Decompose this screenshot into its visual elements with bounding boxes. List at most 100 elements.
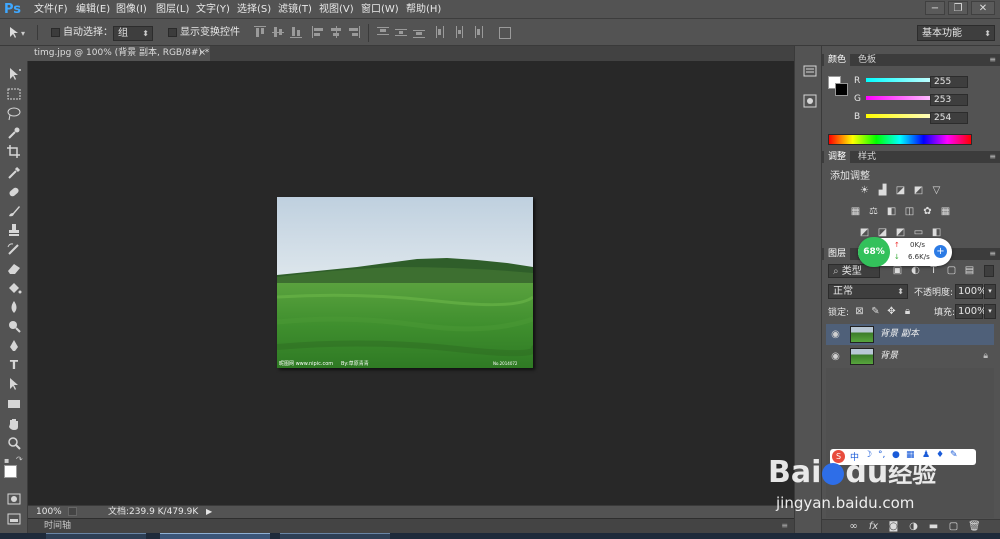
new-adjustment-icon[interactable]: ◑ [908, 522, 919, 532]
properties-panel-icon[interactable] [803, 94, 817, 108]
bg-color-chip[interactable] [835, 83, 848, 96]
lasso-tool-icon[interactable] [5, 106, 23, 122]
layer-style-icon[interactable]: fx [868, 522, 879, 532]
lock-transparent-icon[interactable]: ⊠ [854, 307, 865, 317]
hue-saturation-icon[interactable]: ▦ [850, 207, 861, 217]
tab-layers[interactable]: 图层 [824, 248, 851, 260]
filter-type-icon[interactable]: T [928, 266, 939, 276]
distribute-top-icon[interactable] [377, 26, 389, 38]
layer-name[interactable]: 背景 [880, 346, 898, 367]
menu-edit[interactable]: 编辑(E) [76, 0, 110, 19]
paint-bucket-tool-icon[interactable] [5, 280, 23, 296]
crop-tool-icon[interactable] [5, 144, 23, 160]
close-tab-icon[interactable]: × [198, 46, 206, 61]
delete-layer-icon[interactable]: 🗑︎ [968, 522, 981, 532]
lock-pixels-icon[interactable]: ✎ [870, 307, 881, 317]
panel-menu-icon[interactable]: ≡ [989, 151, 996, 163]
zoom-tool-icon[interactable] [5, 435, 23, 451]
marquee-tool-icon[interactable] [5, 86, 23, 102]
panel-menu-icon[interactable]: ≡ [781, 519, 788, 533]
menu-help[interactable]: 帮助(H) [406, 0, 441, 19]
distribute-vcenter-icon[interactable] [395, 26, 407, 38]
opacity-field[interactable]: 100% [955, 284, 987, 299]
show-transform-checkbox[interactable] [168, 28, 177, 37]
panel-menu-icon[interactable]: ≡ [989, 248, 996, 260]
blend-mode-dropdown[interactable]: 正常 ⬍ [828, 284, 908, 299]
screen-mode-icon[interactable] [5, 511, 23, 527]
default-colors-icon[interactable]: ▪ [4, 456, 9, 465]
new-layer-icon[interactable]: ▢ [948, 522, 959, 532]
zoom-level[interactable]: 100% [36, 506, 62, 518]
taskbar-item-active[interactable] [160, 533, 270, 539]
tab-styles[interactable]: 样式 [854, 151, 880, 163]
auto-select-dropdown[interactable]: 组 ⬍ [113, 26, 153, 41]
tab-swatches[interactable]: 色板 [854, 54, 880, 66]
status-menu-arrow-icon[interactable]: ▶ [206, 506, 212, 518]
minimize-button[interactable]: − [925, 1, 945, 15]
close-button[interactable]: ✕ [971, 1, 995, 15]
distribute-left-icon[interactable] [435, 26, 447, 38]
lock-position-icon[interactable]: ✥ [886, 307, 897, 317]
brightness-icon[interactable]: ☀ [859, 186, 870, 196]
tab-adjustments[interactable]: 调整 [824, 151, 851, 163]
layer-row[interactable]: ◉ 背景 🔒︎ [826, 346, 994, 367]
add-mask-icon[interactable]: ◙ [888, 522, 899, 532]
exposure-icon[interactable]: ◩ [913, 186, 924, 196]
fill-field[interactable]: 100% [955, 304, 987, 319]
align-right-icon[interactable] [348, 26, 360, 38]
lock-all-icon[interactable]: 🔒︎ [902, 307, 913, 317]
new-group-icon[interactable]: ▬ [928, 522, 939, 532]
color-lookup-icon[interactable]: ▦ [940, 207, 951, 217]
type-tool-icon[interactable]: T [5, 357, 23, 373]
levels-icon[interactable]: ▟ [877, 186, 888, 196]
align-vcenter-icon[interactable] [272, 26, 284, 38]
move-tool-icon[interactable] [5, 66, 23, 82]
history-brush-tool-icon[interactable] [5, 241, 23, 257]
blur-tool-icon[interactable] [5, 299, 23, 315]
vibrance-icon[interactable]: ▽ [931, 186, 942, 196]
workspace-dropdown[interactable]: 基本功能 ⬍ [917, 25, 995, 41]
distribute-bottom-icon[interactable] [413, 26, 425, 38]
curves-icon[interactable]: ◪ [895, 186, 906, 196]
healing-brush-tool-icon[interactable] [5, 184, 23, 200]
timeline-panel[interactable]: 时间轴 ≡ [28, 518, 794, 533]
filter-toggle[interactable] [984, 265, 994, 277]
status-info-icon[interactable] [68, 507, 77, 516]
layer-name[interactable]: 背景 副本 [880, 324, 919, 345]
foreground-color-swatch[interactable] [4, 465, 17, 478]
distribute-hcenter-icon[interactable] [453, 26, 465, 38]
restore-button[interactable]: ❐ [948, 1, 968, 15]
quick-select-tool-icon[interactable] [5, 125, 23, 141]
filter-smart-icon[interactable]: ▤ [964, 266, 975, 276]
quick-mask-icon[interactable] [5, 491, 23, 507]
filter-pixel-icon[interactable]: ▣ [892, 266, 903, 276]
menu-select[interactable]: 选择(S) [237, 0, 271, 19]
auto-select-checkbox[interactable] [51, 28, 60, 37]
network-speed-widget[interactable]: 68% ↑ 0K/s ↓ 6.6K/s + [858, 237, 952, 267]
filter-adjustment-icon[interactable]: ◐ [910, 266, 921, 276]
opacity-slider-toggle[interactable]: ▾ [984, 284, 996, 299]
link-layers-icon[interactable]: ∞ [848, 522, 859, 532]
menu-view[interactable]: 视图(V) [319, 0, 354, 19]
hand-tool-icon[interactable] [5, 416, 23, 432]
tool-preset-picker[interactable]: ▾ [6, 25, 38, 40]
menu-filter[interactable]: 滤镜(T) [278, 0, 312, 19]
timeline-tab[interactable]: 时间轴 [44, 519, 71, 533]
auto-align-icon[interactable] [498, 26, 511, 39]
swap-colors-icon[interactable]: ↷ [16, 455, 23, 464]
green-value-field[interactable]: 253 [930, 94, 968, 106]
layer-row-selected[interactable]: ◉ 背景 副本 [826, 324, 994, 345]
visibility-eye-icon[interactable]: ◉ [830, 329, 841, 340]
menu-image[interactable]: 图像(I) [116, 0, 147, 19]
color-spectrum-bar[interactable] [828, 134, 972, 145]
color-balance-icon[interactable]: ⚖ [868, 207, 879, 217]
align-left-icon[interactable] [312, 26, 324, 38]
eyedropper-tool-icon[interactable] [5, 164, 23, 180]
pen-tool-icon[interactable] [5, 338, 23, 354]
blue-value-field[interactable]: 254 [930, 112, 968, 124]
plus-icon[interactable]: + [934, 245, 947, 258]
gradient-map-icon[interactable]: ▭ [913, 228, 924, 238]
taskbar-item[interactable] [46, 533, 146, 539]
distribute-right-icon[interactable] [471, 26, 483, 38]
brush-tool-icon[interactable] [5, 203, 23, 219]
